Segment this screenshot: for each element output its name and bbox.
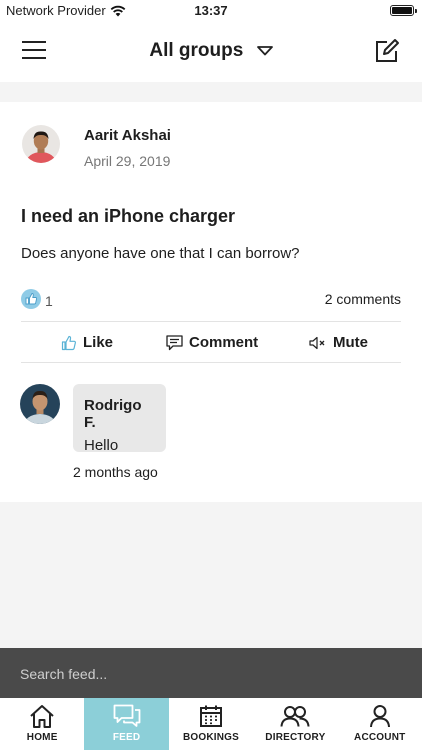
chevron-down-icon bbox=[256, 46, 273, 56]
mute-icon bbox=[309, 336, 325, 349]
status-time: 13:37 bbox=[194, 3, 228, 18]
comment-text: Hello bbox=[84, 437, 119, 454]
tab-account-label: ACCOUNT bbox=[354, 732, 406, 743]
chat-icon bbox=[113, 704, 140, 727]
tab-bookings[interactable]: BOOKINGS bbox=[169, 698, 253, 750]
divider bbox=[21, 362, 401, 363]
post-actions: Like Comment Mute bbox=[21, 322, 401, 363]
battery-icon bbox=[390, 5, 417, 16]
tab-bookings-label: BOOKINGS bbox=[182, 732, 239, 743]
tab-bar: HOME FEED BOOKINGS DIRECTORY ACCOUNT bbox=[0, 698, 422, 750]
author-name[interactable]: Aarit Akshai bbox=[84, 127, 171, 144]
tab-account[interactable]: ACCOUNT bbox=[338, 698, 422, 750]
commenter-avatar[interactable] bbox=[20, 384, 60, 424]
search-input[interactable] bbox=[20, 663, 400, 685]
tab-feed[interactable]: FEED bbox=[84, 698, 169, 750]
post-date: April 29, 2019 bbox=[84, 153, 171, 169]
tab-home-label: HOME bbox=[26, 732, 58, 743]
thumbs-up-badge-icon bbox=[21, 289, 41, 309]
post-body: Does anyone have one that I can borrow? bbox=[21, 245, 300, 262]
status-bar: Network Provider 13:37 bbox=[0, 0, 422, 22]
post-title: I need an iPhone charger bbox=[21, 206, 236, 226]
like-button-label: Like bbox=[83, 334, 114, 351]
tab-directory[interactable]: DIRECTORY bbox=[253, 698, 337, 750]
tab-feed-label: FEED bbox=[112, 732, 141, 743]
author-avatar[interactable] bbox=[22, 125, 60, 163]
like-count: 1 bbox=[45, 293, 53, 309]
comments-count-link[interactable]: 2 comments bbox=[325, 291, 401, 307]
thumbs-up-icon bbox=[61, 335, 76, 350]
mute-button-label: Mute bbox=[333, 334, 368, 351]
comment-button-label: Comment bbox=[189, 334, 259, 351]
calendar-icon bbox=[199, 705, 222, 727]
people-icon bbox=[280, 706, 310, 727]
tab-home[interactable]: HOME bbox=[0, 698, 84, 750]
search-bar bbox=[0, 648, 422, 698]
group-selector-label: All groups bbox=[149, 40, 244, 61]
comment-button[interactable]: Comment bbox=[166, 334, 258, 351]
like-button[interactable]: Like bbox=[61, 334, 113, 351]
like-summary[interactable]: 1 bbox=[21, 289, 53, 309]
comment-bubble: Rodrigo F. Hello bbox=[73, 384, 166, 454]
post-card: Aarit Akshai April 29, 2019 I need an iP… bbox=[0, 102, 422, 502]
home-icon bbox=[30, 705, 54, 728]
compose-icon[interactable] bbox=[374, 38, 400, 64]
mute-button[interactable]: Mute bbox=[309, 334, 368, 351]
comment-author[interactable]: Rodrigo F. bbox=[84, 397, 155, 431]
nav-bar: All groups bbox=[0, 22, 422, 82]
user-icon bbox=[369, 705, 390, 728]
group-selector[interactable]: All groups bbox=[0, 40, 422, 62]
comment-icon bbox=[166, 334, 183, 350]
comment-time: 2 months ago bbox=[73, 464, 158, 480]
tab-directory-label: DIRECTORY bbox=[265, 732, 326, 743]
